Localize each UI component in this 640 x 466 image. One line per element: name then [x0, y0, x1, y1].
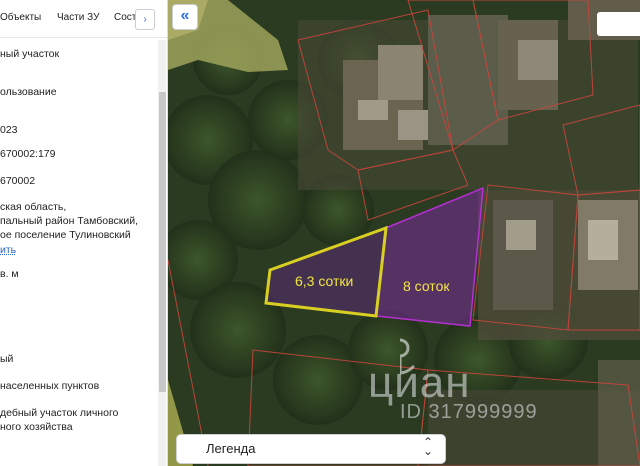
show-more-link[interactable]: ить [0, 244, 16, 257]
field-area-unit: в. м [0, 268, 19, 280]
chevron-up-down-icon: ⌃ ⌄ [423, 435, 434, 458]
field-category: населенных пунктов [0, 380, 100, 392]
tabs-scroll-right-button[interactable]: › [135, 9, 155, 30]
plot-label-8: 8 соток [403, 278, 450, 294]
map-control-box[interactable] [597, 12, 640, 36]
info-panel: Объекты Части ЗУ Соста › ный участок оль… [0, 0, 168, 466]
satellite-map[interactable]: 6,3 сотки 8 соток циан ID 317999999 « Ле… [168, 0, 640, 466]
watermark-id: ID 317999999 [400, 401, 538, 423]
field-type: ный участок [0, 48, 60, 60]
chevron-right-icon: › [143, 14, 147, 25]
field-status: ый [0, 353, 14, 365]
tab-parts[interactable]: Части ЗУ [57, 12, 99, 23]
field-use: ользование [0, 86, 57, 98]
legend-label: Легенда [206, 441, 256, 456]
field-address-line-3: ое поселение Тулиновский [0, 229, 131, 241]
panel-scrollbar-thumb[interactable] [159, 92, 166, 392]
field-cadastral-quarter: 670002 [0, 175, 36, 187]
field-cadastral-number: 670002:179 [0, 148, 56, 160]
field-permitted-use-line-2: ного хозяйства [0, 421, 73, 433]
field-address-line-2: пальный район Тамбовский, [0, 215, 139, 227]
collapse-panel-button[interactable]: « [172, 4, 198, 30]
plot-label-6-3: 6,3 сотки [295, 273, 354, 289]
panel-tabs: Объекты Части ЗУ Соста › [0, 0, 167, 38]
field-address-line-1: ская область, [0, 201, 67, 213]
field-permitted-use-line-1: дебный участок личного [0, 407, 119, 419]
field-year: 023 [0, 124, 18, 136]
tab-objects[interactable]: Объекты [0, 12, 41, 23]
double-chevron-left-icon: « [180, 7, 190, 24]
